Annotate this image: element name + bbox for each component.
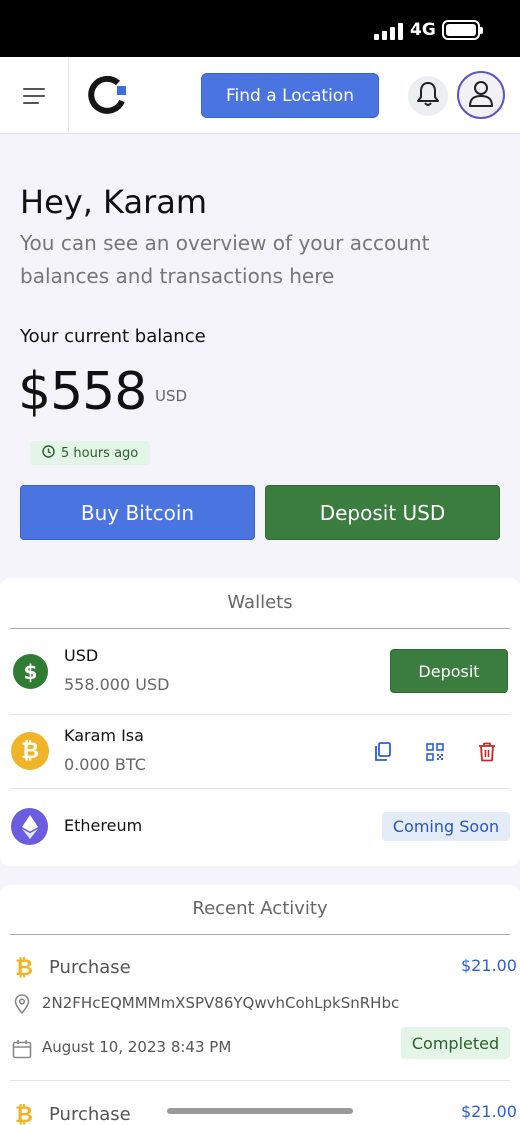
find-location-button[interactable]: Find a Location [201,73,379,118]
activity-title: Recent Activity [192,898,328,919]
activity-amount[interactable]: $21.00 [461,956,517,975]
brand-logo[interactable] [88,75,128,115]
activity-address: 2N2FHcEQMMMmXSPV86YQwvhCohLpkSnRHbc [42,994,400,1012]
clock-icon [42,444,55,462]
page-subtitle: You can see an overview of your account … [20,231,430,288]
activity-amount[interactable]: $21.00 [461,1102,517,1121]
wallet-balance: 0.000 BTC [64,755,146,774]
wallet-name: Ethereum [64,816,143,835]
copy-icon[interactable] [372,741,394,763]
activity-type: Purchase [49,957,131,978]
balance-amount: $558 [18,362,147,422]
notifications-button[interactable] [408,76,448,116]
wallet-deposit-button[interactable]: Deposit [390,649,508,693]
wallet-name: Karam Isa [64,726,144,745]
divider [10,934,510,935]
dollar-icon: $ [13,654,48,689]
updated-badge: 5 hours ago [30,441,151,465]
wallet-balance: 558.000 USD [64,675,170,694]
divider [10,788,510,789]
buy-bitcoin-button[interactable]: Buy Bitcoin [20,485,255,540]
bitcoin-icon: ₿ [15,956,33,981]
signal-icon [374,22,404,40]
user-icon [468,79,494,111]
activity-type: Purchase [49,1104,131,1125]
bitcoin-icon: ₿ [15,1103,33,1125]
coming-soon-badge: Coming Soon [382,812,510,841]
trash-icon[interactable] [476,741,498,763]
status-bar: 4G [0,0,520,57]
deposit-usd-button[interactable]: Deposit USD [265,485,500,540]
bell-icon [416,81,440,111]
app-header: Find a Location [0,57,520,134]
network-label: 4G [410,20,436,40]
bitcoin-icon: ₿ [11,732,49,770]
activity-date: August 10, 2023 8:43 PM [42,1038,232,1056]
profile-button[interactable] [457,71,505,119]
status-badge: Completed [401,1027,510,1059]
wallet-name: USD [64,646,99,665]
page-title: Hey, Karam [20,183,207,221]
balance-label: Your current balance [20,326,206,347]
divider [10,628,510,629]
divider [10,714,510,715]
home-indicator[interactable] [167,1108,353,1114]
battery-icon [442,20,483,40]
updated-text: 5 hours ago [61,445,139,461]
divider [10,1080,510,1081]
wallets-title: Wallets [227,592,293,613]
balance-currency: USD [155,387,188,405]
ethereum-icon [11,808,48,845]
menu-button[interactable] [0,57,69,134]
location-pin-icon [11,993,33,1015]
calendar-icon [11,1038,33,1060]
qr-code-icon[interactable] [424,741,446,763]
